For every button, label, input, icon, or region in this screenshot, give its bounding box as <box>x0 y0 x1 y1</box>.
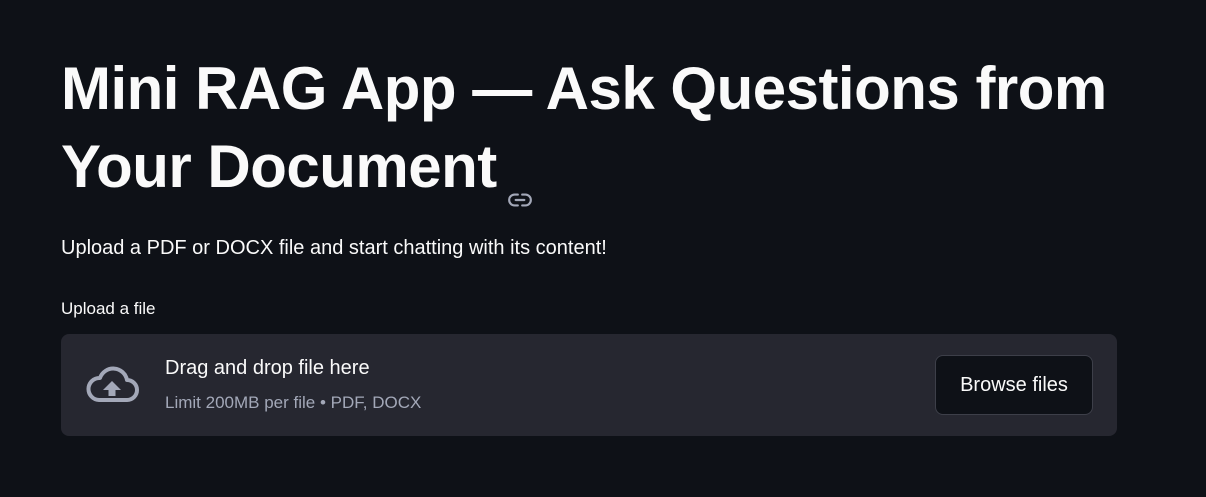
cloud-upload-icon <box>83 364 141 406</box>
app-main: Mini RAG App — Ask Questions from Your D… <box>0 0 1206 497</box>
file-dropzone[interactable]: Drag and drop file here Limit 200MB per … <box>61 334 1117 436</box>
page-title-text: Mini RAG App — Ask Questions from Your D… <box>61 55 1107 200</box>
dropzone-title: Drag and drop file here <box>165 357 370 379</box>
upload-label: Upload a file <box>61 299 156 318</box>
dropzone-limit-hint: Limit 200MB per file • PDF, DOCX <box>165 393 422 412</box>
page-subtitle: Upload a PDF or DOCX file and start chat… <box>61 237 607 259</box>
page-title: Mini RAG App — Ask Questions from Your D… <box>61 50 1141 207</box>
browse-files-button[interactable]: Browse files <box>935 355 1093 415</box>
link-icon[interactable] <box>507 154 533 207</box>
